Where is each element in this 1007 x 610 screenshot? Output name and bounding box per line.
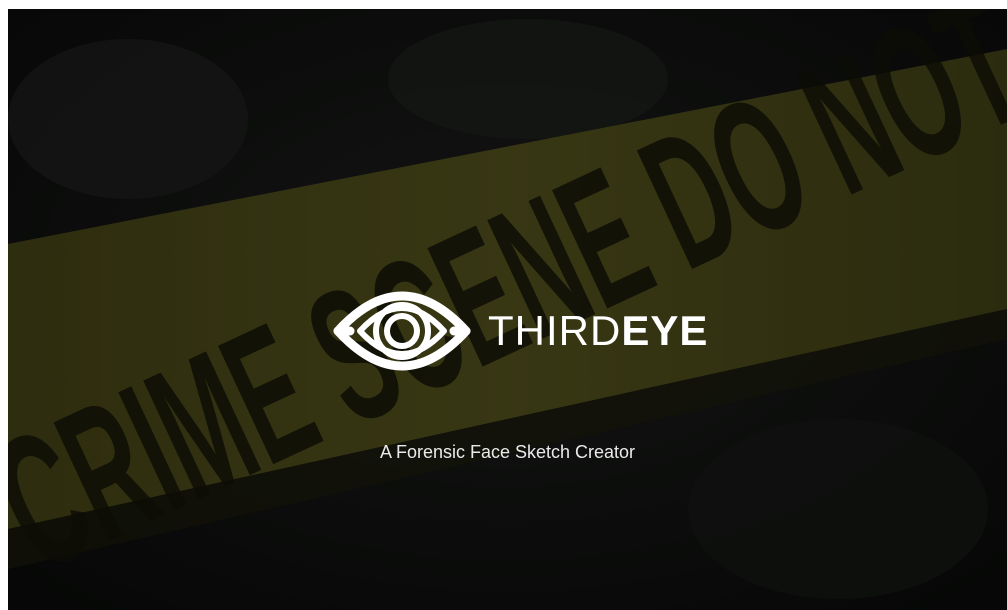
tagline: A Forensic Face Sketch Creator	[379, 442, 636, 462]
app-name-bold: EYE	[621, 307, 709, 354]
app-name-light: THIRD	[488, 307, 622, 354]
app-name: THIRDEYE	[488, 310, 708, 352]
splash-screen: CRIME SCENE DO NOT THIRDEYE A Forensic F…	[8, 9, 1007, 610]
brand-lockup: THIRDEYE	[330, 271, 708, 391]
eye-logo-icon	[333, 291, 471, 371]
